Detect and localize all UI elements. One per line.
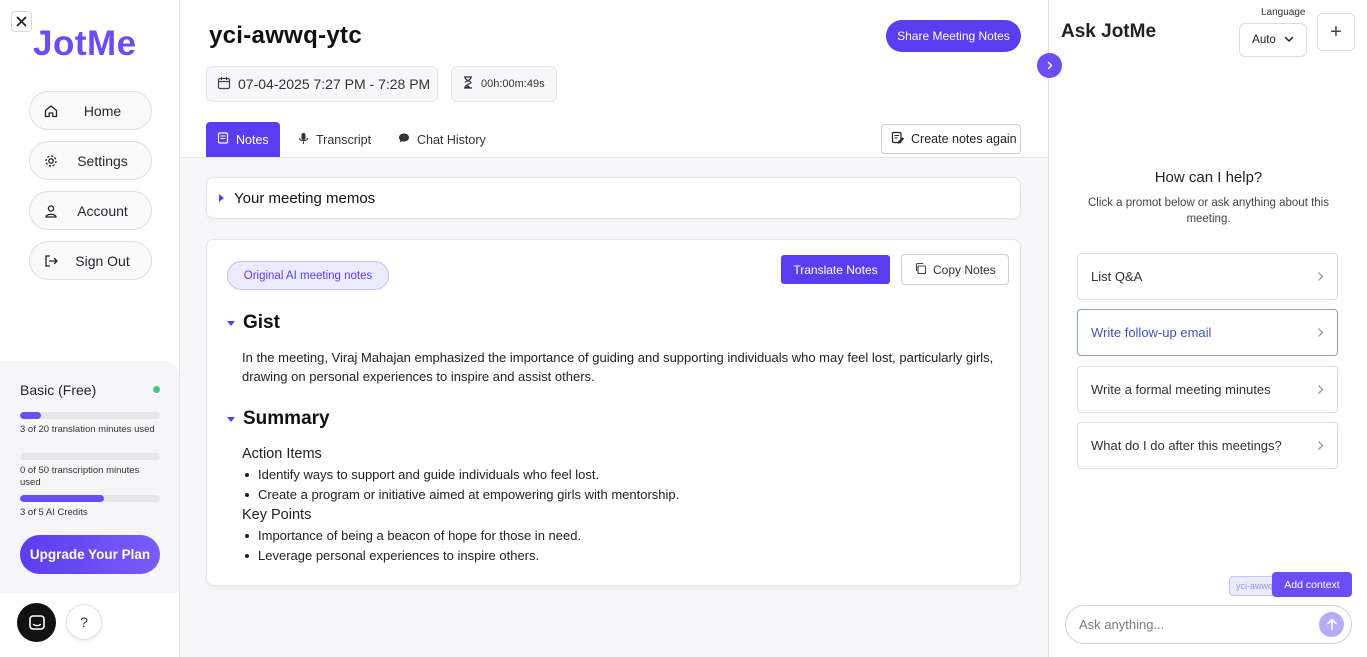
support-chat-icon[interactable] xyxy=(17,603,56,642)
language-value: Auto xyxy=(1252,34,1276,46)
chevron-right-icon xyxy=(1317,439,1324,454)
ai-credits-usage-label: 3 of 5 AI Credits xyxy=(20,507,88,518)
send-icon[interactable] xyxy=(1319,612,1344,637)
main-content: yci-awwq-ytc Share Meeting Notes 07-04-2… xyxy=(180,0,1048,657)
ai-credits-progress-fill xyxy=(20,495,104,502)
create-notes-again-label: Create notes again xyxy=(911,132,1017,146)
action-items-list: Identify ways to support and guide indiv… xyxy=(242,465,679,504)
list-item: Identify ways to support and guide indiv… xyxy=(242,465,679,485)
tab-label: Notes xyxy=(236,132,269,147)
key-points-list: Importance of being a beacon of hope for… xyxy=(242,526,581,565)
meeting-memos-label: Your meeting memos xyxy=(234,189,376,207)
ask-panel-title: Ask JotMe xyxy=(1061,21,1157,42)
key-points-heading: Key Points xyxy=(242,507,312,523)
hourglass-icon xyxy=(463,76,473,92)
tab-label: Transcript xyxy=(316,132,372,147)
chevron-right-icon xyxy=(1317,383,1324,398)
copy-notes-button[interactable]: Copy Notes xyxy=(901,254,1009,285)
edit-notes-icon xyxy=(891,131,905,147)
prompt-meeting-minutes[interactable]: Write a formal meeting minutes xyxy=(1077,366,1338,413)
transcription-usage-label: 0 of 50 transcription minutes used xyxy=(20,465,140,488)
prompt-label: What do I do after this meetings? xyxy=(1091,438,1282,453)
prompt-label: Write follow-up email xyxy=(1091,325,1212,340)
language-label: Language xyxy=(1261,7,1306,18)
help-title: How can I help? xyxy=(1154,169,1263,186)
gist-heading: Gist xyxy=(243,312,280,333)
meeting-duration-text: 00h:00m:49s xyxy=(481,78,545,90)
sidebar-item-account[interactable]: Account xyxy=(29,191,152,230)
translate-notes-button[interactable]: Translate Notes xyxy=(781,255,890,284)
share-meeting-notes-button[interactable]: Share Meeting Notes xyxy=(886,20,1021,52)
sidebar-item-home[interactable]: Home xyxy=(29,91,152,130)
meeting-memos-toggle[interactable]: Your meeting memos xyxy=(206,177,1021,219)
home-icon xyxy=(43,103,59,119)
original-notes-badge[interactable]: Original AI meeting notes xyxy=(227,261,389,290)
caret-down-icon xyxy=(227,416,235,422)
close-icon[interactable] xyxy=(11,11,32,32)
summary-section-toggle[interactable]: Summary xyxy=(227,408,330,430)
chat-icon xyxy=(398,132,410,147)
upgrade-plan-button[interactable]: Upgrade Your Plan xyxy=(20,535,160,574)
chevron-right-icon xyxy=(1317,270,1324,285)
prompt-label: Write a formal meeting minutes xyxy=(1091,382,1271,397)
summary-heading: Summary xyxy=(243,408,330,429)
ask-input[interactable]: Ask anything... xyxy=(1065,605,1352,644)
calendar-icon xyxy=(217,76,231,93)
sidebar-item-sign-out[interactable]: Sign Out xyxy=(29,241,152,280)
tab-chat-history[interactable]: Chat History xyxy=(387,122,497,157)
sidebar-item-settings[interactable]: Settings xyxy=(29,141,152,180)
caret-right-icon xyxy=(219,194,224,202)
tab-label: Chat History xyxy=(417,132,486,147)
translation-usage-label: 3 of 20 translation minutes used xyxy=(20,424,155,435)
meeting-title: yci-awwq-ytc xyxy=(209,22,362,49)
ask-panel: Ask JotMe Language Auto + How can I help… xyxy=(1048,0,1367,657)
prompt-list-qa[interactable]: List Q&A xyxy=(1077,253,1338,300)
gist-section-toggle[interactable]: Gist xyxy=(227,312,280,334)
caret-down-icon xyxy=(227,320,235,326)
gist-text: In the meeting, Viraj Mahajan emphasized… xyxy=(242,350,994,384)
action-items-heading: Action Items xyxy=(242,446,322,462)
sign-out-icon xyxy=(43,253,59,269)
tab-transcript[interactable]: Transcript xyxy=(287,122,382,157)
prompt-follow-up-email[interactable]: Write follow-up email xyxy=(1077,309,1338,356)
chevron-right-icon xyxy=(1317,326,1324,341)
prompt-next-steps[interactable]: What do I do after this meetings? xyxy=(1077,422,1338,469)
translation-progress-fill xyxy=(20,412,41,419)
notes-card: Original AI meeting notes Translate Note… xyxy=(206,239,1021,586)
prompt-label: List Q&A xyxy=(1091,269,1143,284)
sidebar: JotMe Home Settings Account Sign Out Bas… xyxy=(0,0,180,657)
collapse-panel-button[interactable] xyxy=(1037,53,1062,78)
create-notes-again-button[interactable]: Create notes again xyxy=(881,124,1021,154)
help-button[interactable]: ? xyxy=(66,604,102,640)
meeting-datetime-text: 07-04-2025 7:27 PM - 7:28 PM xyxy=(238,76,431,92)
microphone-icon xyxy=(298,132,309,148)
new-chat-button[interactable]: + xyxy=(1317,13,1355,51)
meeting-duration: 00h:00m:49s xyxy=(451,66,557,102)
list-item: Importance of being a beacon of hope for… xyxy=(242,526,581,546)
user-icon xyxy=(43,203,59,219)
list-item: Create a program or initiative aimed at … xyxy=(242,485,679,505)
help-subtitle: Click a promot below or ask anything abo… xyxy=(1088,197,1329,225)
language-select[interactable]: Auto xyxy=(1239,23,1307,57)
list-item: Leverage personal experiences to inspire… xyxy=(242,546,581,566)
tab-notes[interactable]: Notes xyxy=(206,122,280,157)
plan-title: Basic (Free) xyxy=(20,382,97,398)
gear-icon xyxy=(43,153,59,169)
ai-credits-progress-bar xyxy=(20,495,160,502)
app-logo[interactable]: JotMe xyxy=(33,24,137,64)
plan-status-dot xyxy=(153,386,160,393)
copy-icon xyxy=(914,262,927,278)
meeting-header: yci-awwq-ytc Share Meeting Notes 07-04-2… xyxy=(180,0,1048,158)
meeting-datetime: 07-04-2025 7:27 PM - 7:28 PM xyxy=(206,66,438,102)
translation-progress-bar xyxy=(20,412,160,419)
chevron-down-icon xyxy=(1284,34,1294,46)
copy-notes-label: Copy Notes xyxy=(933,262,996,277)
notes-icon xyxy=(217,132,229,147)
transcription-progress-bar xyxy=(20,453,160,460)
add-context-button[interactable]: Add context xyxy=(1272,572,1352,597)
